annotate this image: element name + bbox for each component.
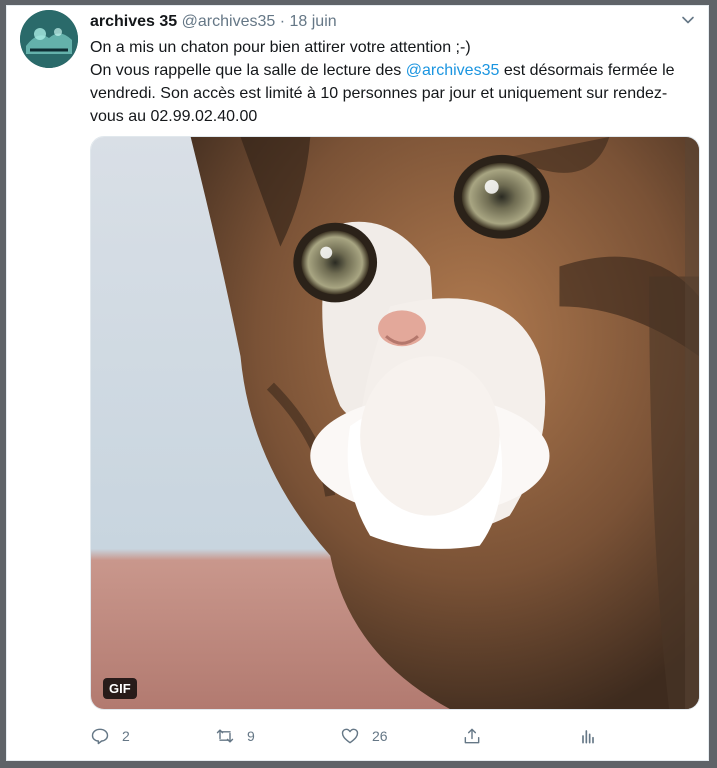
analytics-button[interactable] <box>578 723 610 749</box>
reply-count: 2 <box>122 728 130 744</box>
separator: · <box>279 13 286 30</box>
tweet-actions: 2 9 26 <box>90 723 700 749</box>
retweet-icon <box>216 729 234 743</box>
mention-link[interactable]: @archives35 <box>406 62 500 79</box>
tweet-line-2: On vous rappelle que la salle de lecture… <box>90 59 690 128</box>
retweet-button[interactable]: 9 <box>215 723 255 749</box>
heart-icon <box>341 728 359 744</box>
handle[interactable]: @archives35 <box>182 13 276 30</box>
display-name[interactable]: archives 35 <box>90 13 177 30</box>
like-count: 26 <box>372 728 388 744</box>
tweet-text-part: On vous rappelle que la salle de lecture… <box>90 62 406 79</box>
share-icon <box>464 728 480 744</box>
avatar[interactable] <box>20 10 78 68</box>
retweet-count: 9 <box>247 728 255 744</box>
chevron-down-icon[interactable] <box>680 12 696 28</box>
kitten-image <box>91 137 699 709</box>
gif-media[interactable]: GIF <box>90 136 700 710</box>
tweet-card[interactable]: archives 35 @archives35 · 18 juin On a m… <box>6 5 709 761</box>
like-button[interactable]: 26 <box>340 723 388 749</box>
share-button[interactable] <box>462 723 494 749</box>
tweet-header: archives 35 @archives35 · 18 juin <box>90 12 337 32</box>
tweet-date[interactable]: 18 juin <box>290 13 337 30</box>
reply-button[interactable]: 2 <box>90 723 130 749</box>
reply-icon <box>91 728 109 745</box>
tweet-text: On a mis un chaton pour bien attirer vot… <box>90 36 690 128</box>
tweet-line-1: On a mis un chaton pour bien attirer vot… <box>90 39 471 56</box>
analytics-icon <box>582 730 594 744</box>
gif-badge: GIF <box>103 678 137 699</box>
